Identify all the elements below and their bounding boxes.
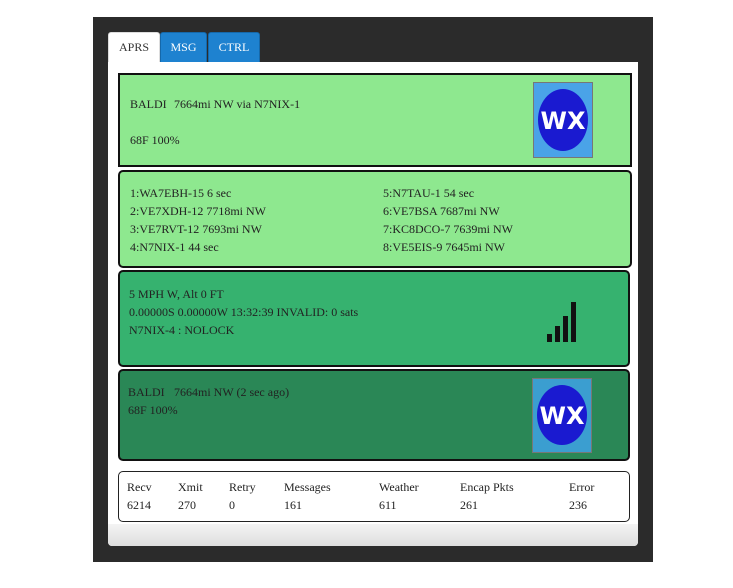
heard-item: 8:VE5EIS-9 7645mi NW — [383, 240, 505, 254]
stat-value-messages: 161 — [284, 498, 302, 512]
wx-icon: WX — [532, 378, 592, 453]
gps-speed: 5 MPH W, Alt 0 FT — [129, 287, 224, 301]
last-station: BALDI — [128, 385, 165, 399]
stats-table: Recv 6214 Xmit 270 Retry 0 Messages 161 … — [118, 471, 630, 522]
heard-item: 6:VE7BSA 7687mi NW — [383, 204, 500, 218]
stat-label-recv: Recv — [127, 480, 152, 494]
svg-text:WX: WX — [540, 402, 585, 430]
panel-footer — [108, 524, 638, 546]
gps-lock-status: N7NIX-4 : NOLOCK — [129, 323, 235, 337]
signal-bars-icon — [547, 302, 576, 342]
stat-label-encap: Encap Pkts — [460, 480, 514, 494]
wx-icon: WX — [533, 82, 593, 158]
status-station: BALDI — [130, 97, 167, 111]
stat-label-error: Error — [569, 480, 595, 494]
stat-value-weather: 611 — [379, 498, 397, 512]
heard-list-box: 1:WA7EBH-15 6 sec 2:VE7XDH-12 7718mi NW … — [118, 170, 632, 268]
gps-box: 5 MPH W, Alt 0 FT 0.00000S 0.00000W 13:3… — [118, 270, 630, 367]
heard-item: 7:KC8DCO-7 7639mi NW — [383, 222, 513, 236]
heard-item: 5:N7TAU-1 54 sec — [383, 186, 475, 200]
stat-label-retry: Retry — [229, 480, 256, 494]
heard-item: 4:N7NIX-1 44 sec — [130, 240, 219, 254]
stat-value-error: 236 — [569, 498, 587, 512]
heard-item: 3:VE7RVT-12 7693mi NW — [130, 222, 262, 236]
heard-item: 1:WA7EBH-15 6 sec — [130, 186, 232, 200]
stat-label-xmit: Xmit — [178, 480, 203, 494]
svg-text:WX: WX — [541, 107, 586, 135]
stat-value-recv: 6214 — [127, 498, 151, 512]
stat-value-retry: 0 — [229, 498, 235, 512]
stat-label-messages: Messages — [284, 480, 331, 494]
status-location: 7664mi NW via N7NIX-1 — [174, 97, 301, 111]
last-beacon-box: BALDI 7664mi NW (2 sec ago) 68F 100% WX — [118, 369, 630, 461]
heard-item: 2:VE7XDH-12 7718mi NW — [130, 204, 266, 218]
status-weather: 68F 100% — [130, 133, 180, 147]
tab-msg[interactable]: MSG — [160, 32, 207, 63]
last-location: 7664mi NW (2 sec ago) — [174, 385, 290, 399]
tab-ctrl[interactable]: CTRL — [208, 32, 260, 63]
stat-value-encap: 261 — [460, 498, 478, 512]
stat-value-xmit: 270 — [178, 498, 196, 512]
status-box: BALDI 7664mi NW via N7NIX-1 68F 100% WX — [118, 73, 632, 167]
last-weather: 68F 100% — [128, 403, 178, 417]
stat-label-weather: Weather — [379, 480, 419, 494]
gps-position: 0.00000S 0.00000W 13:32:39 INVALID: 0 sa… — [129, 305, 359, 319]
tab-aprs[interactable]: APRS — [108, 32, 160, 62]
